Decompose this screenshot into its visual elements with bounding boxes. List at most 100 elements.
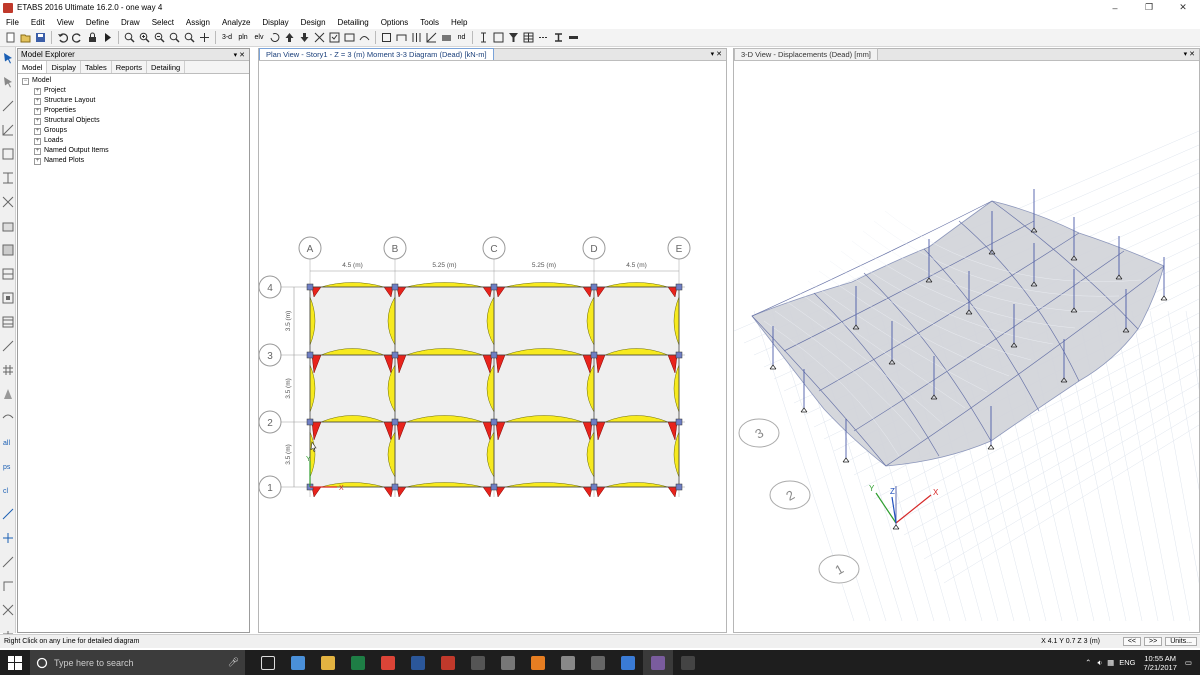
pan-icon[interactable] (198, 31, 211, 44)
run-analysis-icon[interactable] (101, 31, 114, 44)
tree-item-structure-layout[interactable]: + Structure Layout (22, 96, 245, 106)
nd-button[interactable]: nd (455, 31, 468, 44)
quick-draw-frame-icon[interactable] (2, 172, 14, 184)
chevron-up-icon[interactable]: ⌃ (1085, 658, 1091, 667)
column-marker[interactable] (590, 483, 598, 491)
open-icon[interactable] (19, 31, 32, 44)
display-deformed-icon[interactable] (358, 31, 371, 44)
pin-dropdown-icon[interactable]: ▾ ✕ (234, 51, 245, 59)
intersecting-line-select-icon[interactable] (2, 508, 14, 520)
media-player-icon[interactable] (463, 650, 493, 675)
save-icon[interactable] (34, 31, 47, 44)
chrome-icon[interactable] (373, 650, 403, 675)
menu-edit[interactable]: Edit (25, 18, 51, 27)
draw-wall-stack-icon[interactable] (2, 316, 14, 328)
menu-select[interactable]: Select (146, 18, 180, 27)
text-cursor-icon[interactable] (477, 31, 490, 44)
expand-icon[interactable]: + (34, 87, 41, 95)
snap-line-icon[interactable] (2, 556, 14, 568)
zoom-previous-icon[interactable] (183, 31, 196, 44)
column-marker[interactable] (306, 351, 314, 359)
column-marker[interactable] (490, 283, 498, 291)
plan-view-tab[interactable]: Plan View - Story1 - Z = 3 (m) Moment 3-… (259, 48, 494, 60)
zoom-window-icon[interactable] (123, 31, 136, 44)
draw-dimension-icon[interactable] (2, 340, 14, 352)
display-undeformed-icon[interactable] (343, 31, 356, 44)
draw-brace-icon[interactable] (425, 31, 438, 44)
language-indicator[interactable]: ENG (1119, 658, 1135, 667)
column-marker[interactable] (306, 283, 314, 291)
app-icon[interactable] (613, 650, 643, 675)
draw-wall-icon[interactable] (2, 268, 14, 280)
elevation-view-button[interactable]: elv (252, 31, 266, 44)
taskbar-clock[interactable]: 10:55 AM 7/21/2017 (1144, 654, 1177, 672)
draw-floor-icon[interactable] (440, 31, 453, 44)
tree-root[interactable]: − Model (22, 76, 245, 86)
snap-intersection-icon[interactable] (2, 604, 14, 616)
draw-column-icon[interactable] (410, 31, 423, 44)
clear-selection-icon[interactable]: cl (2, 484, 14, 496)
close-button[interactable]: ✕ (1166, 0, 1200, 15)
word-icon[interactable] (403, 650, 433, 675)
frame-section-icon[interactable] (552, 31, 565, 44)
start-button[interactable] (0, 650, 30, 675)
draw-brace-icon[interactable] (2, 196, 14, 208)
plan-view-button[interactable]: pln (236, 31, 250, 44)
column-marker[interactable] (590, 418, 598, 426)
object-shrink-icon[interactable] (313, 31, 326, 44)
menu-design[interactable]: Design (295, 18, 332, 27)
column-marker[interactable] (391, 351, 399, 359)
column-marker[interactable] (490, 418, 498, 426)
tree-item-groups[interactable]: + Groups (22, 126, 245, 136)
window-close-icon[interactable]: ▾ ✕ (711, 50, 722, 58)
edge-browser-icon[interactable] (283, 650, 313, 675)
tree-item-properties[interactable]: + Properties (22, 106, 245, 116)
task-view-icon[interactable] (253, 650, 283, 675)
draw-grid-icon[interactable] (2, 364, 14, 376)
menu-options[interactable]: Options (375, 18, 415, 27)
column-marker[interactable] (490, 351, 498, 359)
tab-reports[interactable]: Reports (112, 61, 147, 73)
draw-frame-icon[interactable] (2, 124, 14, 136)
menu-help[interactable]: Help (445, 18, 473, 27)
menu-tools[interactable]: Tools (414, 18, 445, 27)
next-view-button[interactable]: >> (1144, 637, 1163, 646)
column-marker[interactable] (391, 418, 399, 426)
tab-display[interactable]: Display (47, 61, 82, 73)
move-down-icon[interactable] (298, 31, 311, 44)
undo-icon[interactable] (56, 31, 69, 44)
column-marker[interactable] (306, 418, 314, 426)
microphone-icon[interactable]: 🎤︎ (228, 657, 239, 668)
tab-tables[interactable]: Tables (81, 61, 112, 73)
snap-perpendicular-icon[interactable] (2, 580, 14, 592)
expand-icon[interactable]: + (34, 127, 41, 135)
tab-detailing[interactable]: Detailing (147, 61, 186, 73)
3d-view-canvas[interactable]: 321Y XZ (733, 61, 1200, 632)
taskbar-search-box[interactable]: Type here to search 🎤︎ (30, 650, 245, 675)
units-button[interactable]: Units... (1165, 637, 1197, 646)
menu-detailing[interactable]: Detailing (332, 18, 375, 27)
speaker-icon[interactable]: 🔉︎ (1097, 658, 1102, 668)
draw-opening-icon[interactable] (2, 292, 14, 304)
new-model-icon[interactable] (4, 31, 17, 44)
notifications-icon[interactable]: ▭ (1185, 658, 1192, 667)
column-marker[interactable] (391, 283, 399, 291)
excel-icon[interactable] (343, 650, 373, 675)
column-marker[interactable] (391, 483, 399, 491)
menu-assign[interactable]: Assign (180, 18, 216, 27)
file-explorer-icon[interactable] (313, 650, 343, 675)
network-icon[interactable]: ▦ (1107, 658, 1114, 667)
funnel-icon[interactable] (507, 31, 520, 44)
select-rect-icon[interactable] (380, 31, 393, 44)
plan-view-canvas[interactable]: A B C D E 4 3 2 1 4.5 (m) 5.25 (m) 5.25 (m) 4.5 (m) 3… (258, 61, 726, 632)
tree-item-project[interactable]: + Project (22, 86, 245, 96)
app-icon[interactable] (523, 650, 553, 675)
move-up-icon[interactable] (283, 31, 296, 44)
menu-define[interactable]: Define (80, 18, 115, 27)
draw-frame-multi-icon[interactable] (2, 148, 14, 160)
expand-icon[interactable]: + (34, 137, 41, 145)
restore-button[interactable]: ❐ (1132, 0, 1166, 15)
menu-analyze[interactable]: Analyze (216, 18, 256, 27)
expand-icon[interactable]: + (34, 157, 41, 165)
pointer-icon[interactable] (2, 52, 14, 64)
